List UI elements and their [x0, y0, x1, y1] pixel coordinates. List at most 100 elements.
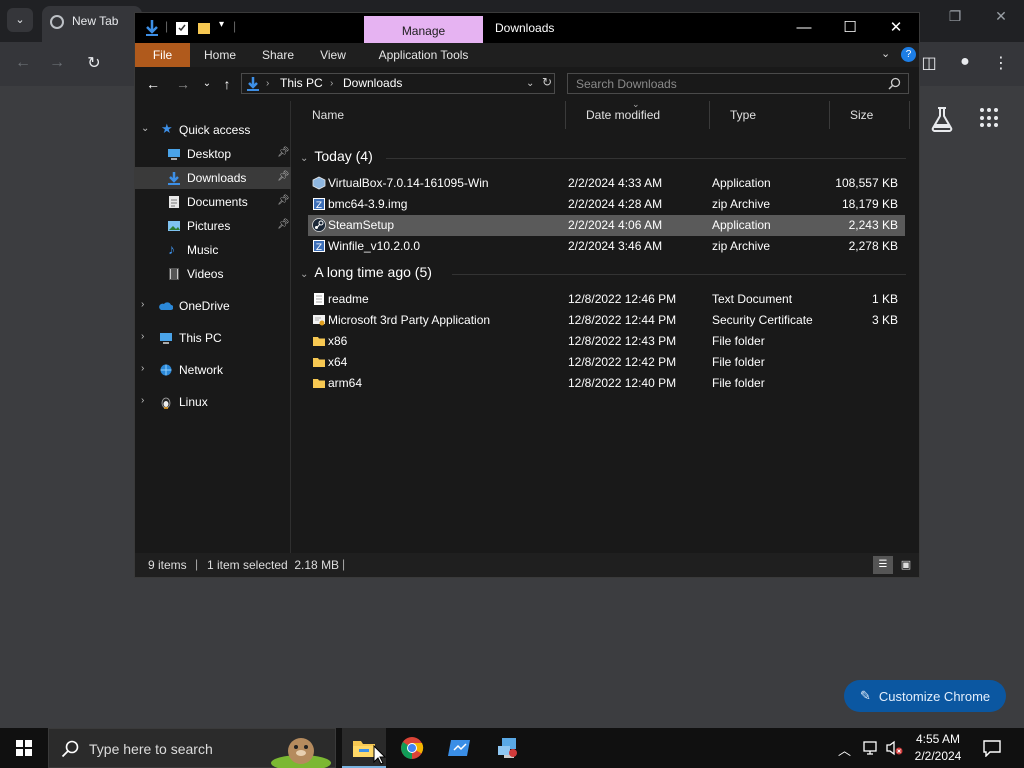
properties-icon[interactable]	[175, 19, 189, 37]
file-row[interactable]: Z bmc64-3.9.img 2/2/2024 4:28 AM zip Arc…	[308, 194, 905, 215]
close-icon[interactable]: ✕	[986, 8, 1016, 25]
nav-documents[interactable]: Documents 📌︎	[135, 191, 291, 213]
chevron-up-icon[interactable]: ︿	[838, 740, 851, 759]
nav-quick-access[interactable]: ⌄ ★ Quick access	[135, 119, 291, 141]
search-box[interactable]	[567, 73, 909, 94]
nav-network[interactable]: › Network	[135, 359, 291, 381]
tab-file[interactable]: File	[135, 43, 190, 67]
address-dropdown-icon[interactable]: ⌄	[526, 78, 534, 89]
clock-date: 2/2/2024	[914, 749, 962, 763]
computer-icon	[160, 333, 172, 344]
nav-downloads[interactable]: Downloads 📌︎	[135, 167, 291, 189]
navigation-pane: ⌄ ★ Quick access Desktop 📌︎ Downloads 📌︎…	[135, 101, 291, 553]
help-icon[interactable]: ?	[901, 47, 916, 62]
taskbar-app-4[interactable]	[486, 728, 530, 768]
nav-this-pc[interactable]: › This PC	[135, 327, 291, 349]
minimize-icon[interactable]: —	[781, 17, 827, 41]
downloads-icon	[168, 172, 180, 185]
recent-locations-icon[interactable]: ⌄	[197, 75, 217, 93]
maximize-icon[interactable]: ☐	[827, 17, 873, 41]
menu-icon[interactable]: ⋮	[990, 53, 1012, 73]
up-icon[interactable]: ↑	[217, 75, 237, 93]
search-input[interactable]	[568, 74, 878, 93]
new-folder-icon[interactable]	[197, 19, 211, 37]
windows-start-icon[interactable]	[16, 740, 32, 756]
taskbar-app-3[interactable]	[438, 728, 482, 768]
back-icon[interactable]: ←	[143, 75, 163, 93]
column-header-size[interactable]: Size	[830, 101, 910, 129]
back-icon[interactable]: ←	[12, 54, 34, 72]
group-header-long-time-ago[interactable]: ⌄ A long time ago (5)	[300, 264, 432, 280]
tab-application-tools[interactable]: Application Tools	[364, 43, 483, 67]
taskbar-chrome[interactable]	[390, 728, 434, 768]
pin-icon: 📌︎	[277, 195, 290, 206]
folder-row[interactable]: x64 12/8/2022 12:42 PM File folder	[308, 352, 905, 373]
address-bar[interactable]: › This PC › Downloads ⌄ ↻	[241, 73, 555, 94]
downloads-arrow-icon	[146, 20, 158, 36]
steam-icon	[312, 218, 326, 232]
file-row[interactable]: VirtualBox-7.0.14-161095-Win 2/2/2024 4:…	[308, 173, 905, 194]
customize-chrome-button[interactable]: ✎ Customize Chrome	[844, 680, 1006, 712]
volume-muted-icon[interactable]	[885, 740, 905, 756]
nav-pictures[interactable]: Pictures 📌︎	[135, 215, 291, 237]
nav-music[interactable]: ♪ Music	[135, 239, 291, 261]
text-file-icon	[314, 293, 324, 305]
profile-icon[interactable]: ●	[954, 53, 976, 71]
file-list: Name Date modified Type Size ⌄ ⌄ Today (4…	[292, 99, 919, 553]
folder-row[interactable]: arm64 12/8/2022 12:40 PM File folder	[308, 373, 905, 394]
ribbon-tabs: File Home Share View Application Tools ⌄…	[135, 43, 919, 67]
labs-flask-icon[interactable]	[930, 106, 954, 132]
tab-manage[interactable]: Manage	[364, 16, 483, 43]
taskbar-search-placeholder: Type here to search	[89, 741, 213, 757]
nav-desktop[interactable]: Desktop 📌︎	[135, 143, 291, 165]
nav-linux[interactable]: › Linux	[135, 391, 291, 413]
search-icon	[61, 740, 79, 758]
file-row[interactable]: Microsoft 3rd Party Application 12/8/202…	[308, 310, 905, 331]
restore-icon[interactable]: ❐	[940, 8, 970, 25]
folder-row[interactable]: x86 12/8/2022 12:43 PM File folder	[308, 331, 905, 352]
refresh-icon[interactable]: ↻	[542, 75, 552, 89]
nav-videos[interactable]: Videos	[135, 263, 291, 285]
column-header-name[interactable]: Name	[292, 101, 566, 129]
breadcrumb-downloads[interactable]: Downloads	[343, 76, 402, 90]
tab-share[interactable]: Share	[253, 43, 303, 67]
installer-icon	[312, 176, 326, 190]
tab-home[interactable]: Home	[195, 43, 245, 67]
forward-icon[interactable]: →	[46, 54, 68, 72]
google-apps-icon[interactable]	[980, 108, 1000, 128]
selection-info: 1 item selected 2.18 MB	[207, 558, 340, 572]
clock-time: 4:55 AM	[915, 732, 961, 746]
breadcrumb-this-pc[interactable]: This PC	[280, 76, 323, 90]
address-row: ← → ⌄ ↑ › This PC › Downloads ⌄ ↻	[135, 67, 919, 101]
search-highlight-illustration-icon	[271, 738, 331, 768]
status-bar: 9 items | 1 item selected 2.18 MB | ☰ ▣	[135, 553, 919, 577]
customize-qat-icon[interactable]: ▾	[219, 19, 224, 37]
close-icon[interactable]: ✕	[873, 17, 919, 41]
network-tray-icon[interactable]	[862, 740, 880, 756]
nav-onedrive[interactable]: › OneDrive	[135, 295, 291, 317]
expand-ribbon-icon[interactable]: ⌄	[881, 47, 890, 60]
details-view-icon[interactable]: ☰	[873, 556, 893, 574]
onedrive-icon	[159, 302, 173, 310]
file-row[interactable]: Z Winfile_v10.2.0.0 2/2/2024 3:46 AM zip…	[308, 236, 905, 257]
chevron-right-icon: ›	[141, 299, 145, 310]
forward-icon[interactable]: →	[173, 75, 193, 93]
svg-text:Z: Z	[316, 243, 322, 253]
file-row[interactable]: readme 12/8/2022 12:46 PM Text Document …	[308, 289, 905, 310]
column-header-type[interactable]: Type	[710, 101, 830, 129]
chrome-tab-new-tab[interactable]: New Tab	[42, 6, 142, 42]
chevron-down-icon: ⌄	[141, 123, 150, 134]
notifications-icon[interactable]	[982, 739, 1002, 757]
taskbar-clock[interactable]: 4:55 AM 2/2/2024	[908, 731, 968, 765]
group-header-today[interactable]: ⌄ Today (4)	[300, 148, 373, 164]
chrome-icon	[50, 15, 64, 29]
tab-search-button[interactable]: ⌄	[7, 8, 33, 32]
large-icons-view-icon[interactable]: ▣	[897, 556, 915, 574]
desktop-icon	[168, 149, 180, 160]
taskbar-search-box[interactable]: Type here to search	[48, 728, 336, 768]
mouse-cursor-icon	[373, 745, 387, 765]
side-panel-icon[interactable]: ◫	[918, 53, 940, 73]
tab-view[interactable]: View	[311, 43, 355, 67]
reload-icon[interactable]: ↻	[83, 53, 105, 73]
file-row-selected[interactable]: SteamSetup 2/2/2024 4:06 AM Application …	[308, 215, 905, 236]
